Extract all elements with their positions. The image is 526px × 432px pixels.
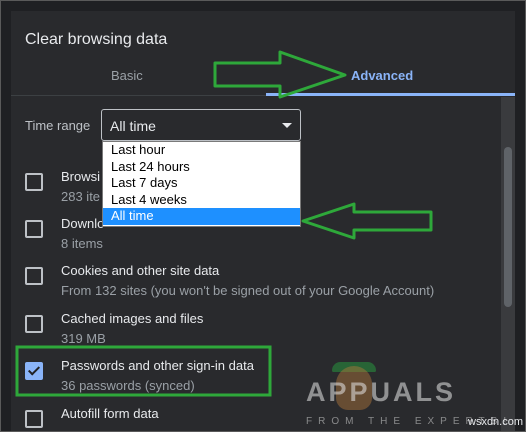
checkbox-cached-images[interactable]: [25, 315, 43, 333]
chevron-down-icon: [282, 123, 292, 128]
checkbox-autofill[interactable]: [25, 410, 43, 428]
watermark-logo: APPUALS: [306, 377, 457, 407]
checkmark-icon: [27, 363, 41, 376]
checkbox-cookies[interactable]: [25, 267, 43, 285]
checkbox-download-history[interactable]: [25, 220, 43, 238]
scrollbar[interactable]: [501, 97, 515, 431]
item-title: Passwords and other sign-in data: [61, 358, 254, 373]
item-subtitle: 36 passwords (synced): [61, 378, 195, 393]
top-strip: [11, 1, 515, 11]
item-title: Downlo: [61, 216, 105, 231]
item-subtitle: 8 items: [61, 236, 103, 251]
checkbox-browsing-history[interactable]: [25, 173, 43, 191]
item-title: Cached images and files: [61, 311, 204, 326]
item-title: Cookies and other site data: [61, 263, 220, 278]
item-subtitle: From 132 sites (you won't be signed out …: [61, 283, 435, 298]
option-last-4-weeks[interactable]: Last 4 weeks: [103, 192, 300, 209]
checkbox-item-cached-images[interactable]: Cached images and files 319 MB: [11, 307, 491, 353]
option-last-7-days[interactable]: Last 7 days: [103, 175, 300, 192]
checkbox-item-cookies[interactable]: Cookies and other site data From 132 sit…: [11, 259, 491, 305]
item-title: Browsi: [61, 169, 101, 184]
tab-basic[interactable]: Basic: [111, 68, 143, 83]
item-subtitle: 319 MB: [61, 331, 106, 346]
time-range-value: All time: [110, 118, 156, 134]
item-subtitle: 283 ite: [61, 189, 101, 204]
time-range-select[interactable]: All time: [101, 109, 301, 141]
scrollbar-thumb[interactable]: [504, 147, 512, 307]
time-range-dropdown[interactable]: Last hour Last 24 hours Last 7 days Last…: [102, 141, 301, 227]
active-tab-underline: [266, 93, 515, 96]
tab-advanced[interactable]: Advanced: [351, 68, 413, 83]
checkbox-passwords[interactable]: [25, 362, 43, 380]
option-last-24-hours[interactable]: Last 24 hours: [103, 159, 300, 176]
screenshot-frame: Clear browsing data Basic Advanced Time …: [0, 0, 526, 432]
option-last-hour[interactable]: Last hour: [103, 142, 300, 159]
site-watermark: wsxdn.com: [468, 416, 524, 428]
dialog-title: Clear browsing data: [25, 31, 168, 48]
time-range-label: Time range: [25, 118, 91, 133]
item-title: Autofill form data: [61, 406, 159, 421]
option-all-time[interactable]: All time: [103, 208, 300, 225]
